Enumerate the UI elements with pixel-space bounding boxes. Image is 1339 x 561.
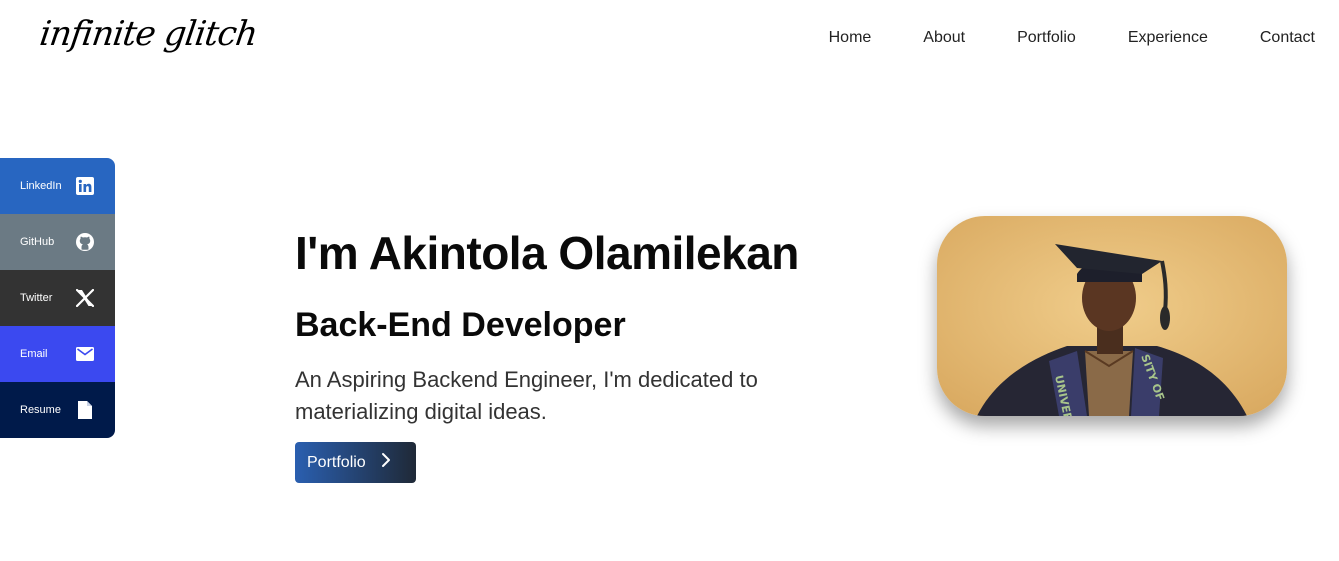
social-email-label: Email [20, 348, 48, 360]
main-nav: Home About Portfolio Experience Contact [777, 29, 1315, 47]
nav-home[interactable]: Home [829, 29, 872, 47]
social-twitter[interactable]: Twitter [0, 270, 115, 326]
email-icon [75, 344, 95, 364]
linkedin-icon [75, 176, 95, 196]
portfolio-button-label: Portfolio [307, 453, 366, 471]
github-icon [75, 232, 95, 252]
chevron-right-icon [380, 452, 392, 473]
nav-contact[interactable]: Contact [1260, 29, 1315, 47]
hero-description: An Aspiring Backend Engineer, I'm dedica… [295, 367, 758, 424]
social-github-label: GitHub [20, 236, 55, 248]
x-icon [75, 288, 95, 308]
nav-about[interactable]: About [923, 29, 965, 47]
social-linkedin[interactable]: LinkedIn [0, 158, 115, 214]
hero-role: Back-End Developer [295, 306, 626, 344]
social-resume[interactable]: Resume [0, 382, 115, 438]
site-header: infinite glitch Home About Portfolio Exp… [0, 0, 1339, 80]
social-resume-label: Resume [20, 404, 61, 416]
social-sidebar: LinkedIn GitHub Twitter Email Resume [0, 158, 115, 438]
nav-experience[interactable]: Experience [1128, 29, 1208, 47]
social-github[interactable]: GitHub [0, 214, 115, 270]
nav-portfolio[interactable]: Portfolio [1017, 29, 1076, 47]
profile-photo: UNIVER SITY OF [937, 216, 1287, 416]
portfolio-button[interactable]: Portfolio [295, 442, 416, 483]
site-logo[interactable]: infinite glitch [37, 14, 259, 54]
file-icon [75, 400, 95, 420]
social-email[interactable]: Email [0, 326, 115, 382]
hero-title: I'm Akintola Olamilekan [295, 227, 799, 279]
social-twitter-label: Twitter [20, 292, 53, 304]
social-linkedin-label: LinkedIn [20, 180, 62, 192]
